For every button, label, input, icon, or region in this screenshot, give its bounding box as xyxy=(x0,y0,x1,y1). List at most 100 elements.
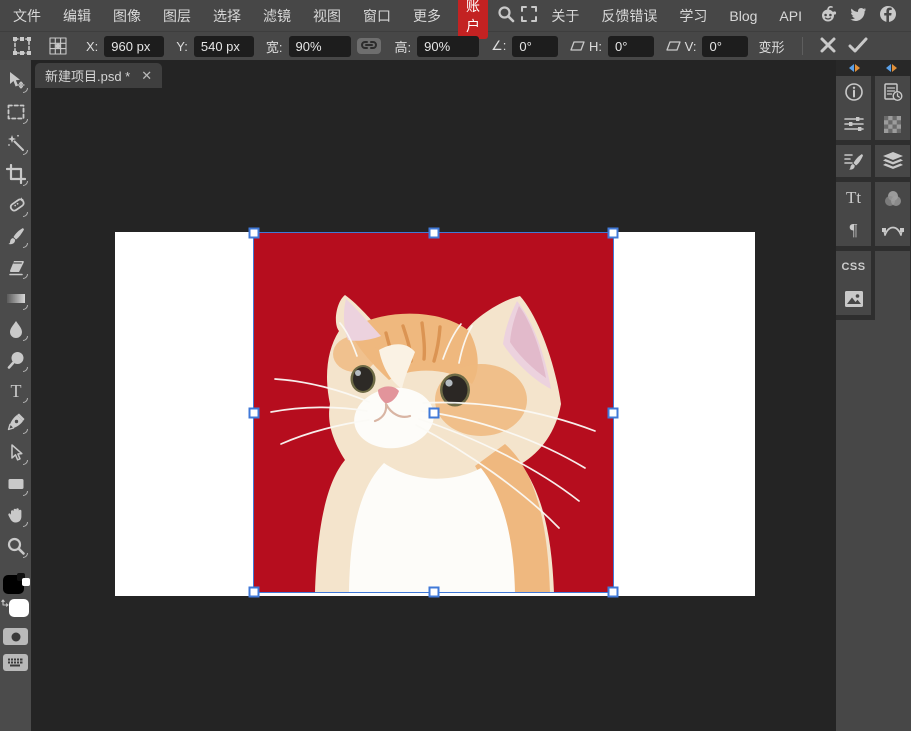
transform-handle-bottom-left[interactable] xyxy=(249,587,260,598)
confirm-transform-button[interactable] xyxy=(845,33,871,59)
panel-history-button[interactable] xyxy=(875,76,910,108)
menu-report-bug[interactable]: 反馈错误 xyxy=(590,0,668,31)
collapse-panels-left-button[interactable] xyxy=(836,60,873,76)
submenu-mark xyxy=(23,429,28,434)
tool-spot-heal[interactable] xyxy=(1,189,30,220)
tool-zoom[interactable] xyxy=(1,530,30,561)
dock-columns: Tt ¶ CSS xyxy=(836,76,911,320)
width-input[interactable] xyxy=(289,36,351,57)
collapse-panels-right-button[interactable] xyxy=(873,60,910,76)
menu-learn[interactable]: 学习 xyxy=(668,0,718,31)
background-color-swatch[interactable] xyxy=(9,599,29,617)
facebook-link[interactable] xyxy=(878,6,898,26)
menu-api[interactable]: API xyxy=(768,0,813,31)
panel-color-button[interactable] xyxy=(875,182,910,214)
fullscreen-button[interactable] xyxy=(521,3,537,29)
warp-button[interactable]: 变形 xyxy=(758,37,784,56)
skew-v-input[interactable] xyxy=(702,36,748,57)
tool-gradient[interactable] xyxy=(1,282,30,313)
panel-layers-button[interactable] xyxy=(875,145,910,177)
panel-properties-button[interactable] xyxy=(836,108,871,140)
workspace[interactable]: 新建项目.psd * ✕ xyxy=(31,60,836,731)
panel-character-button[interactable]: Tt xyxy=(836,182,871,214)
default-colors-icon[interactable] xyxy=(17,573,30,586)
skew-h-input[interactable] xyxy=(608,36,654,57)
angle-input[interactable] xyxy=(512,36,558,57)
y-input[interactable] xyxy=(194,36,254,57)
tool-brush[interactable] xyxy=(1,220,30,251)
tool-blur[interactable] xyxy=(1,313,30,344)
panel-channels-button[interactable] xyxy=(875,108,910,140)
panel-info-button[interactable] xyxy=(836,76,871,108)
account-button[interactable]: 账户 xyxy=(458,0,488,39)
panel-paths-button[interactable] xyxy=(875,214,910,246)
transform-handle-middle-right[interactable] xyxy=(608,407,619,418)
tool-dodge[interactable] xyxy=(1,344,30,375)
panel-css-button[interactable]: CSS xyxy=(836,251,871,283)
menu-more[interactable]: 更多 xyxy=(402,0,452,31)
transform-handle-middle-left[interactable] xyxy=(249,407,260,418)
menu-bar: 文件 编辑 图像 图层 选择 滤镜 视图 窗口 更多 账户 关于 反馈错误 学习… xyxy=(0,0,911,31)
menu-blog[interactable]: Blog xyxy=(718,0,768,31)
menu-filter[interactable]: 滤镜 xyxy=(252,0,302,31)
tool-move[interactable] xyxy=(1,65,30,96)
menu-view[interactable]: 视图 xyxy=(302,0,352,31)
transform-handle-bottom-center[interactable] xyxy=(428,587,439,598)
submenu-mark xyxy=(23,88,28,93)
quick-mask-button[interactable] xyxy=(3,628,28,645)
reddit-link[interactable] xyxy=(818,6,838,26)
paragraph-icon: ¶ xyxy=(850,220,858,240)
tab-close-button[interactable]: ✕ xyxy=(141,69,152,82)
tool-magic-wand[interactable] xyxy=(1,127,30,158)
height-input[interactable] xyxy=(417,36,479,57)
submenu-mark xyxy=(23,181,28,186)
info-icon xyxy=(844,82,864,102)
panel-paragraph-button[interactable]: ¶ xyxy=(836,214,871,246)
menu-about[interactable]: 关于 xyxy=(540,0,590,31)
panel-separator xyxy=(836,315,871,320)
search-icon xyxy=(497,5,515,26)
submenu-mark xyxy=(23,491,28,496)
dock-header xyxy=(836,60,911,76)
submenu-mark xyxy=(23,305,28,310)
tool-rectangle-shape[interactable] xyxy=(1,468,30,499)
skew-v-icon xyxy=(666,41,681,51)
menu-image[interactable]: 图像 xyxy=(102,0,152,31)
transform-handle-center[interactable] xyxy=(428,407,439,418)
css-icon: CSS xyxy=(841,261,865,273)
swap-colors-icon[interactable] xyxy=(1,595,12,613)
transform-handle-top-center[interactable] xyxy=(428,228,439,239)
menu-edit[interactable]: 编辑 xyxy=(52,0,102,31)
dock-column-left: Tt ¶ CSS xyxy=(836,76,871,320)
menu-select[interactable]: 选择 xyxy=(202,0,252,31)
menu-file[interactable]: 文件 xyxy=(2,0,52,31)
twitter-link[interactable] xyxy=(848,6,868,26)
menu-layer[interactable]: 图层 xyxy=(152,0,202,31)
link-dimensions-button[interactable] xyxy=(357,38,381,54)
brush-settings-icon xyxy=(844,151,864,171)
menu-window[interactable]: 窗口 xyxy=(352,0,402,31)
cancel-transform-button[interactable] xyxy=(815,33,841,59)
panel-brush-settings-button[interactable] xyxy=(836,145,871,177)
keyboard-button[interactable] xyxy=(3,654,28,671)
reference-point-icon[interactable] xyxy=(45,33,71,59)
transform-handle-top-right[interactable] xyxy=(608,228,619,239)
cancel-icon xyxy=(819,36,837,57)
tool-crop[interactable] xyxy=(1,158,30,189)
document-tab[interactable]: 新建项目.psd * ✕ xyxy=(35,63,162,88)
submenu-mark xyxy=(23,274,28,279)
document-canvas[interactable] xyxy=(115,232,755,596)
transform-handle-top-left[interactable] xyxy=(249,228,260,239)
tool-type[interactable]: T xyxy=(1,375,30,406)
tool-rectangle-select[interactable] xyxy=(1,96,30,127)
panel-image-button[interactable] xyxy=(836,283,871,315)
search-button[interactable] xyxy=(497,3,515,29)
tool-eraser[interactable] xyxy=(1,251,30,282)
free-transform-icon xyxy=(9,33,35,59)
transform-handle-bottom-right[interactable] xyxy=(608,587,619,598)
tool-hand[interactable] xyxy=(1,499,30,530)
skew-h-icon xyxy=(570,41,585,51)
x-input[interactable] xyxy=(104,36,164,57)
tool-direct-select[interactable] xyxy=(1,437,30,468)
tool-pen[interactable] xyxy=(1,406,30,437)
